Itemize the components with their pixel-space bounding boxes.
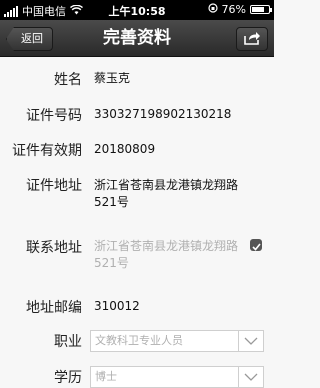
orientation-lock-icon: [207, 3, 218, 16]
postcode-value[interactable]: 310012: [94, 298, 254, 315]
occupation-select[interactable]: 文教科卫专业人员: [90, 330, 264, 352]
occupation-selected: 文教科卫专业人员: [95, 334, 183, 347]
checkmark-icon: [251, 236, 261, 255]
education-label: 学历: [54, 370, 82, 386]
education-select[interactable]: 博士: [90, 366, 264, 388]
name-label: 姓名: [54, 72, 82, 88]
contact-address-label: 联系地址: [26, 240, 82, 256]
battery-icon: [250, 5, 272, 14]
id-expiry-value[interactable]: 20180809: [94, 141, 254, 158]
postcode-label: 地址邮编: [26, 300, 82, 316]
occupation-label: 职业: [54, 334, 82, 350]
battery-percent: 76%: [221, 3, 246, 16]
contact-address-line2: 521号: [94, 256, 129, 270]
contact-address-line1: 浙江省苍南县龙港镇龙翔路: [94, 239, 239, 253]
id-address-label: 证件地址: [26, 178, 82, 194]
same-address-checkbox[interactable]: [250, 239, 262, 251]
id-address-value[interactable]: 浙江省苍南县龙港镇龙翔路 521号: [94, 177, 254, 211]
nav-bar: 返回 完善资料: [0, 20, 274, 57]
contact-address-value[interactable]: 浙江省苍南县龙港镇龙翔路 521号: [94, 238, 244, 272]
chevron-down-icon: [238, 331, 263, 351]
id-number-value[interactable]: 330327198902130218: [94, 106, 254, 123]
share-icon: [243, 30, 261, 49]
id-number-label: 证件号码: [26, 108, 82, 124]
share-button[interactable]: [236, 27, 268, 51]
status-right: 76%: [207, 3, 272, 16]
id-address-line2: 521号: [94, 195, 129, 209]
chevron-down-icon: [238, 367, 263, 387]
id-expiry-label: 证件有效期: [12, 143, 82, 159]
page-title: 完善资料: [103, 28, 171, 48]
education-selected: 博士: [95, 370, 117, 383]
status-bar: 中国电信 上午10:58 76%: [0, 0, 274, 20]
name-value[interactable]: 蔡玉克: [94, 70, 254, 87]
battery-fill: [252, 7, 265, 12]
id-address-line1: 浙江省苍南县龙港镇龙翔路: [94, 178, 239, 192]
